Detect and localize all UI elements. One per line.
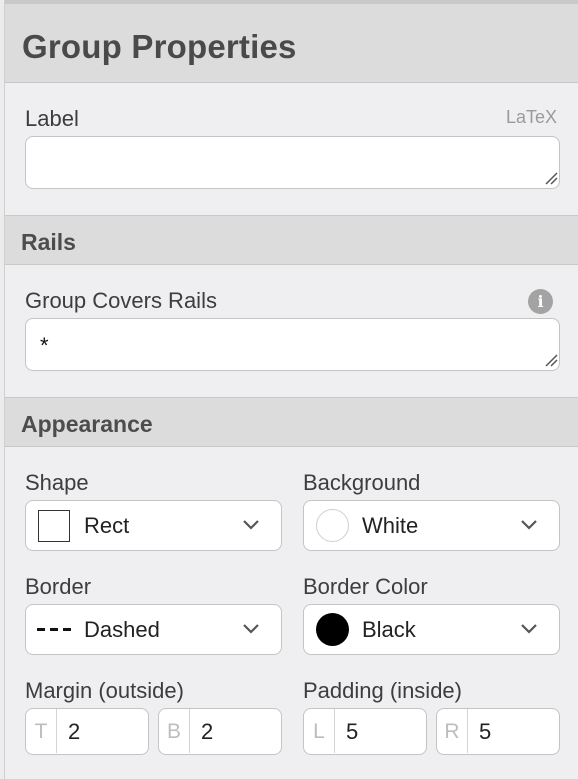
- border-color-label: Border Color: [303, 574, 428, 599]
- margin-bottom-value: 2: [201, 719, 214, 744]
- black-color-swatch-icon: [316, 613, 349, 646]
- border-value: Dashed: [84, 617, 160, 642]
- padding-right-value: 5: [479, 719, 492, 744]
- margin-label: Margin (outside): [25, 678, 184, 703]
- padding-left-value: 5: [346, 719, 359, 744]
- margin-bottom-input[interactable]: B 2: [158, 708, 282, 755]
- background-value: White: [362, 513, 419, 538]
- chevron-down-icon: [521, 520, 537, 530]
- panel-title: Group Properties: [22, 28, 297, 65]
- margin-bottom-prefix: B: [159, 709, 190, 753]
- info-icon[interactable]: i: [528, 289, 553, 314]
- margin-top-input[interactable]: T 2: [25, 708, 149, 755]
- appearance-section-header[interactable]: Appearance: [5, 397, 578, 447]
- border-color-select[interactable]: Black: [303, 604, 560, 655]
- chevron-down-icon: [243, 624, 259, 634]
- border-select[interactable]: Dashed: [25, 604, 282, 655]
- white-color-swatch-icon: [316, 509, 349, 542]
- background-label: Background: [303, 470, 421, 495]
- square-swatch-icon: [38, 510, 70, 542]
- latex-hint: LaTeX: [505, 107, 557, 127]
- padding-left-input[interactable]: L 5: [303, 708, 427, 755]
- rails-section-title: Rails: [21, 229, 76, 255]
- appearance-section-title: Appearance: [21, 411, 153, 437]
- margin-top-prefix: T: [26, 709, 57, 753]
- rails-section-header[interactable]: Rails: [5, 215, 578, 265]
- shape-value: Rect: [84, 513, 130, 538]
- shape-label: Shape: [25, 470, 89, 495]
- label-input[interactable]: [25, 136, 560, 189]
- border-label: Border: [25, 574, 92, 599]
- resize-grip-icon[interactable]: [544, 353, 558, 367]
- shape-select[interactable]: Rect: [25, 500, 282, 551]
- resize-grip-icon[interactable]: [544, 171, 558, 185]
- padding-right-input[interactable]: R 5: [436, 708, 560, 755]
- chevron-down-icon: [243, 520, 259, 530]
- group-covers-rails-label: Group Covers Rails: [25, 288, 217, 313]
- panel-header: Group Properties: [5, 4, 578, 83]
- chevron-down-icon: [521, 624, 537, 634]
- dashed-line-icon: [37, 628, 71, 631]
- group-covers-rails-input[interactable]: *: [25, 318, 560, 371]
- margin-top-value: 2: [68, 719, 81, 744]
- padding-left-prefix: L: [304, 709, 335, 753]
- border-color-value: Black: [362, 617, 416, 642]
- label-field-label: Label: [25, 106, 79, 131]
- background-select[interactable]: White: [303, 500, 560, 551]
- padding-right-prefix: R: [437, 709, 468, 753]
- group-properties-panel: Group Properties Label LaTeX Rails Group…: [4, 0, 578, 779]
- padding-label: Padding (inside): [303, 678, 462, 703]
